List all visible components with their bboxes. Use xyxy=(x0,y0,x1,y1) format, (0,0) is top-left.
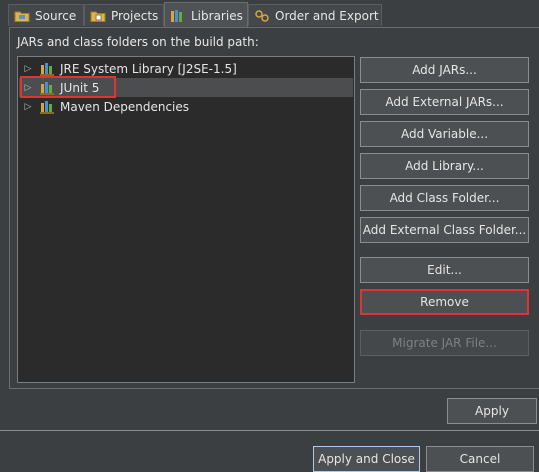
apply-and-close-button[interactable]: Apply and Close xyxy=(313,446,420,472)
add-class-folder-button[interactable]: Add Class Folder... xyxy=(360,185,529,211)
expand-arrow-icon[interactable]: ▷ xyxy=(22,102,34,112)
library-icon xyxy=(40,62,56,76)
expand-arrow-icon[interactable]: ▷ xyxy=(22,83,34,93)
tree-item-label: JUnit 5 xyxy=(60,80,100,95)
migrate-jar-button: Migrate JAR File... xyxy=(360,330,529,356)
tab-bar: Source Projects Libraries Order and Expo… xyxy=(0,0,539,28)
tab-source[interactable]: Source xyxy=(8,4,84,26)
build-path-tree[interactable]: ▷ JRE System Library [J2SE-1.5] ▷ JUnit … xyxy=(17,56,355,383)
add-library-button[interactable]: Add Library... xyxy=(360,153,529,179)
add-external-class-folder-button[interactable]: Add External Class Folder... xyxy=(360,217,529,243)
tree-item-label: Maven Dependencies xyxy=(60,99,190,114)
add-variable-button[interactable]: Add Variable... xyxy=(360,121,529,147)
tab-projects[interactable]: Projects xyxy=(84,4,164,26)
tab-libraries-label: Libraries xyxy=(191,8,243,23)
order-export-icon xyxy=(254,9,270,23)
library-icon xyxy=(40,100,56,114)
expand-arrow-icon[interactable]: ▷ xyxy=(22,64,34,74)
library-icon xyxy=(40,81,56,95)
tab-order-export-label: Order and Export xyxy=(275,8,379,23)
apply-button[interactable]: Apply xyxy=(447,398,537,424)
source-folder-icon xyxy=(14,9,30,23)
tree-item-maven-dependencies[interactable]: ▷ Maven Dependencies xyxy=(19,97,353,116)
tab-projects-label: Projects xyxy=(111,8,159,23)
cancel-button[interactable]: Cancel xyxy=(426,446,534,472)
add-jars-button[interactable]: Add JARs... xyxy=(360,57,529,83)
remove-button[interactable]: Remove xyxy=(360,289,529,315)
build-path-caption: JARs and class folders on the build path… xyxy=(17,35,259,49)
libraries-icon xyxy=(170,9,186,23)
tab-libraries[interactable]: Libraries xyxy=(164,2,248,28)
tree-item-junit5[interactable]: ▷ JUnit 5 xyxy=(19,78,353,97)
projects-icon xyxy=(90,9,106,23)
tree-item-label: JRE System Library [J2SE-1.5] xyxy=(60,61,237,76)
tree-item-jre-system-library[interactable]: ▷ JRE System Library [J2SE-1.5] xyxy=(19,59,353,78)
tab-source-label: Source xyxy=(35,8,77,23)
add-external-jars-button[interactable]: Add External JARs... xyxy=(360,89,529,115)
footer-separator xyxy=(0,430,539,431)
edit-button[interactable]: Edit... xyxy=(360,257,529,283)
tab-order-export[interactable]: Order and Export xyxy=(248,4,382,26)
